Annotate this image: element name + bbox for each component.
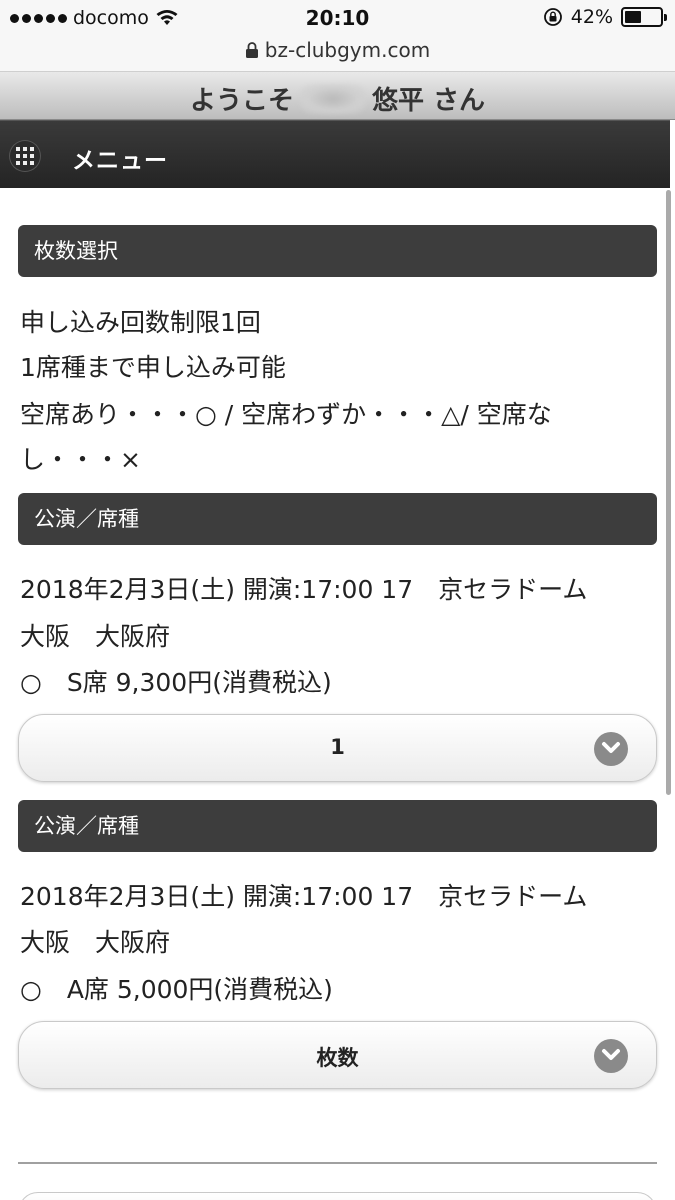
url-text: bz-clubgym.com bbox=[264, 38, 431, 62]
performance-location: 大阪 大阪府 bbox=[20, 928, 171, 957]
rotation-lock-icon bbox=[543, 8, 562, 26]
ticket-count-header: 枚数選択 bbox=[18, 225, 657, 277]
welcome-name: 悠平 さん bbox=[371, 86, 486, 116]
performance-date-venue: 2018年2月3日(土) 開演:17:00 17 京セラドーム bbox=[20, 882, 588, 911]
padlock-icon bbox=[245, 42, 258, 58]
performance-header: 公演／席種 bbox=[18, 493, 657, 545]
quantity-select[interactable]: 1 bbox=[18, 714, 657, 782]
blurred-name bbox=[299, 83, 366, 114]
menu-bar: メニュー bbox=[0, 120, 670, 188]
welcome-bar: ようこそ 悠平 さん bbox=[0, 72, 675, 120]
scrollbar[interactable] bbox=[666, 190, 671, 795]
performance-header: 公演／席種 bbox=[18, 800, 657, 852]
status-right: 42% bbox=[543, 6, 667, 28]
limit-text: 申し込み回数制限1回 bbox=[20, 308, 261, 337]
menu-label[interactable]: メニュー bbox=[72, 141, 168, 175]
performance-date-venue: 2018年2月3日(土) 開演:17:00 17 京セラドーム bbox=[20, 575, 588, 604]
seat-price: ○ S席 9,300円(消費税込) bbox=[20, 668, 332, 697]
chevron-down-icon bbox=[594, 732, 628, 766]
next-button-partial[interactable] bbox=[18, 1192, 657, 1200]
chevron-down-icon bbox=[594, 1039, 628, 1073]
status-bar: docomo 20:10 42% bbox=[0, 0, 675, 36]
performance-location: 大阪 大阪府 bbox=[20, 622, 171, 651]
battery-percent: 42% bbox=[570, 6, 613, 28]
battery-icon bbox=[621, 7, 667, 27]
quantity-select[interactable]: 枚数 bbox=[18, 1021, 657, 1089]
divider bbox=[18, 1162, 657, 1164]
grid-menu-icon[interactable] bbox=[9, 140, 41, 172]
seat-type-limit-text: 1席種まで申し込み可能 bbox=[20, 353, 286, 382]
availability-legend-line2: し・・・× bbox=[20, 445, 141, 474]
seat-price: ○ A席 5,000円(消費税込) bbox=[20, 975, 333, 1004]
quantity-select-value: 枚数 bbox=[316, 1046, 359, 1070]
url-bar[interactable]: bz-clubgym.com bbox=[0, 36, 675, 72]
quantity-select-value: 1 bbox=[330, 735, 345, 759]
welcome-prefix: ようこそ bbox=[189, 86, 294, 116]
availability-legend-line1: 空席あり・・・○ / 空席わずか・・・△/ 空席な bbox=[20, 400, 552, 429]
